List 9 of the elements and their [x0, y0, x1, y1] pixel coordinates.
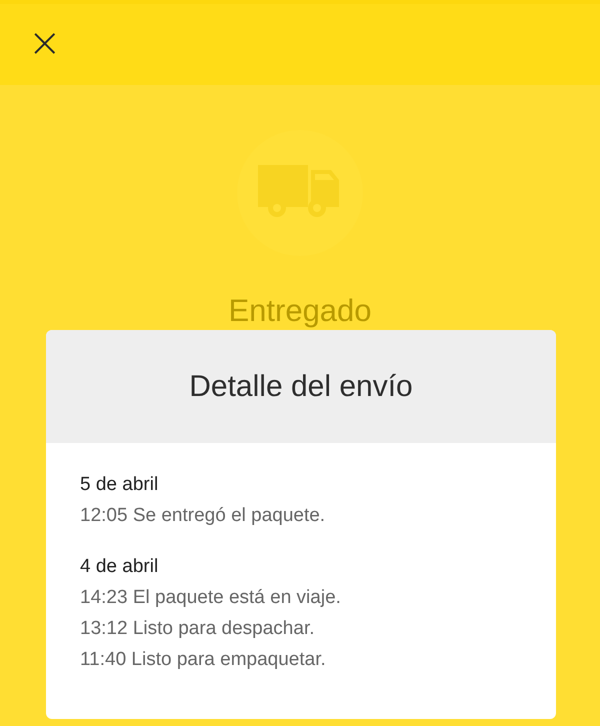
- tracking-event: 14:23 El paquete está en viaje.: [80, 586, 342, 610]
- tracking-event: 11:40 Listo para empaquetar.: [80, 648, 327, 672]
- close-button[interactable]: ×: [24, 22, 66, 62]
- dialog-title: Detalle del envío: [189, 370, 413, 404]
- tracking-event: 12:05 Se entregó el paquete.: [80, 504, 326, 528]
- tracking-event: 13:12 Listo para despachar.: [80, 617, 316, 641]
- status-label: Entregado: [228, 294, 372, 328]
- date-heading: 5 de abril: [80, 473, 160, 497]
- date-heading: 4 de abril: [80, 555, 160, 579]
